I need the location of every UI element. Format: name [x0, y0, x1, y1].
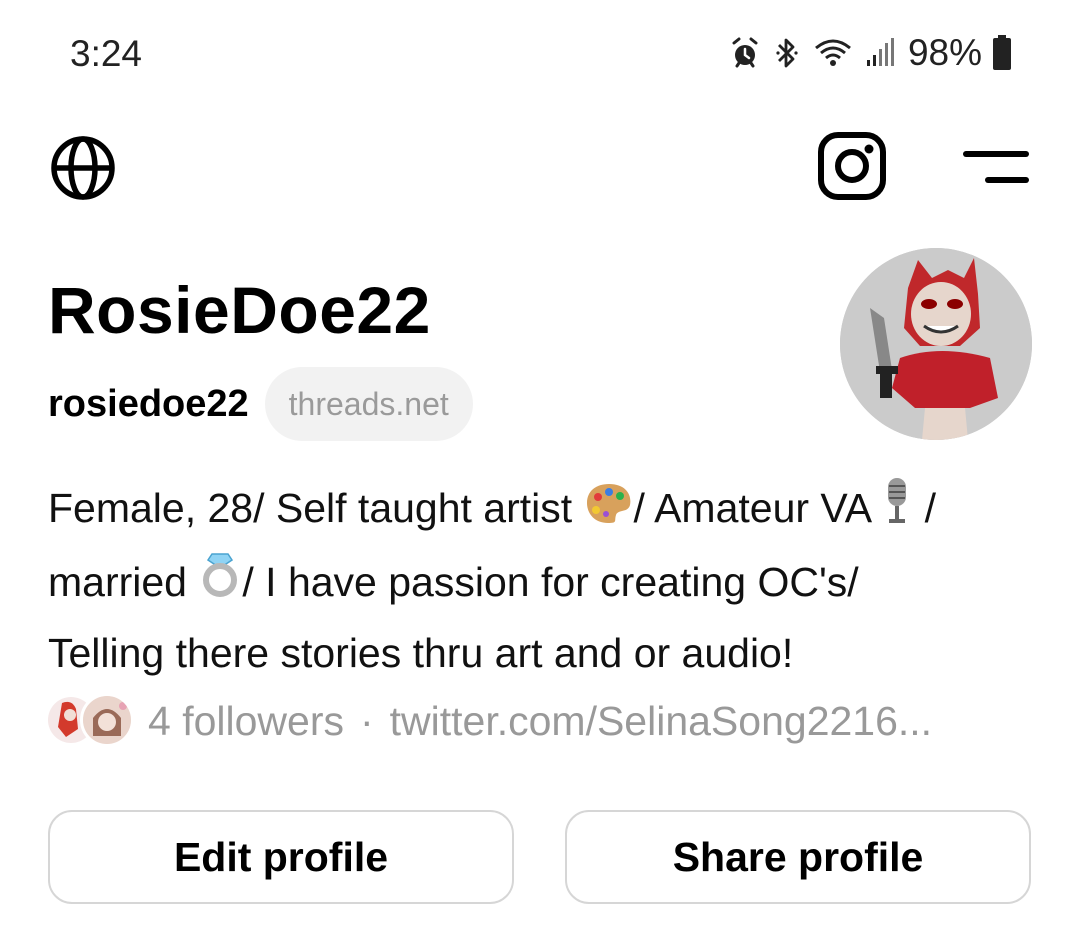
bio-text-3: / [913, 485, 936, 531]
battery-icon [993, 35, 1011, 70]
instagram-icon[interactable] [817, 131, 887, 201]
followers-count[interactable]: 4 followers [148, 698, 344, 745]
status-bar: 3:24 98% [0, 0, 1080, 100]
separator-dot: · [359, 697, 374, 744]
bluetooth-icon [776, 38, 798, 68]
display-name: RosieDoe22 [48, 273, 431, 347]
follower-avatar [80, 693, 134, 747]
handle-row: rosiedoe22 threads.net [48, 366, 473, 442]
followers-row: 4 followers · twitter.com/SelinaSong2216… [48, 690, 932, 752]
edit-profile-button[interactable]: Edit profile [48, 810, 514, 904]
alarm-icon [732, 37, 758, 68]
status-icons: 98% [730, 30, 1012, 76]
menu-icon[interactable] [962, 148, 1030, 188]
globe-icon[interactable] [48, 133, 118, 203]
signal-icon [866, 38, 894, 66]
username: rosiedoe22 [48, 382, 249, 425]
microphone-icon [881, 475, 913, 548]
top-bar [0, 128, 1080, 208]
bio-text-5: / I have passion for creating OC's/ [242, 558, 859, 605]
bio: Female, 28/ Self taught artist / Amateur… [48, 474, 1038, 688]
battery-percent: 98% [907, 32, 982, 73]
bio-text-1: Female, 28/ Self taught artist [48, 485, 584, 531]
artist-palette-icon [584, 477, 634, 546]
wifi-icon [814, 39, 851, 66]
domain-badge[interactable]: threads.net [264, 367, 473, 441]
profile-avatar[interactable]: ​ [840, 248, 1032, 440]
bio-text-2: / Amateur VA [633, 485, 882, 531]
share-profile-button[interactable]: Share profile [565, 810, 1031, 904]
bio-text-6: Telling there stories thru art and or au… [48, 630, 794, 677]
follower-avatars[interactable] [48, 693, 140, 749]
ring-icon [198, 550, 242, 619]
profile-link[interactable]: twitter.com/SelinaSong2216... [390, 698, 932, 745]
status-time: 3:24 [70, 33, 143, 74]
bio-text-4: married [48, 558, 199, 605]
